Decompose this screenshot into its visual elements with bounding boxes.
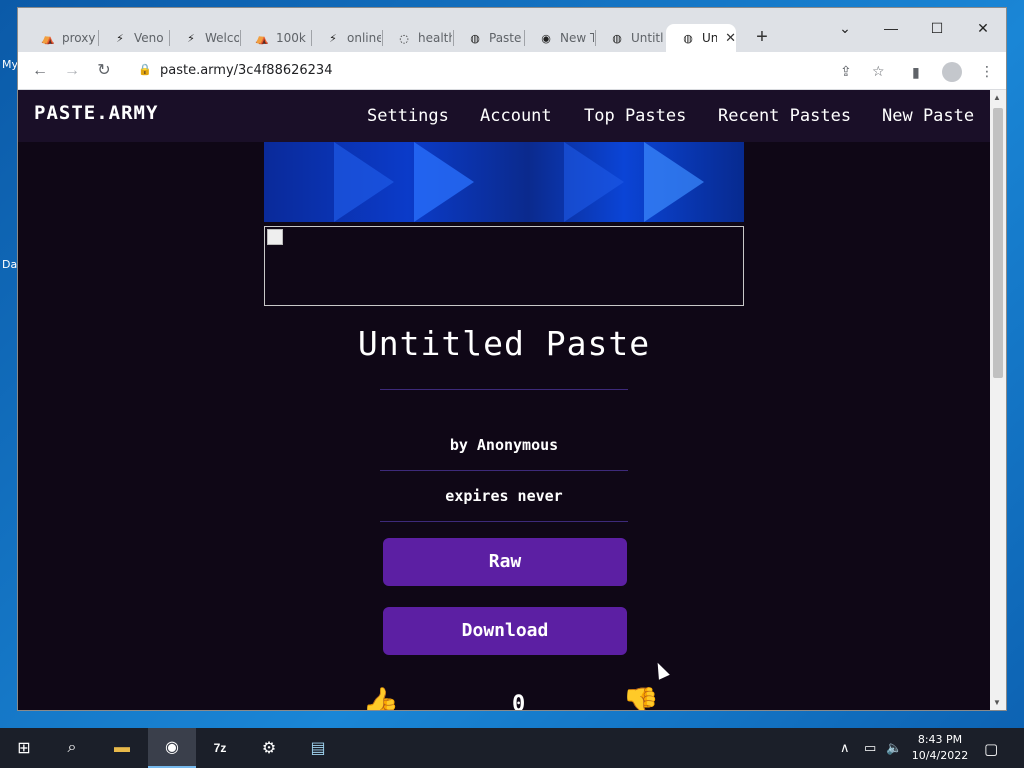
clock[interactable]: 8:43 PM 10/4/2022 [910, 732, 970, 764]
scroll-up-icon[interactable]: ▲ [993, 93, 1001, 102]
divider [380, 389, 628, 390]
chrome-icon: ◉ [541, 31, 551, 45]
paste-author: by Anonymous [449, 436, 559, 454]
thumbs-up-icon[interactable]: 👍 [362, 686, 399, 710]
chrome-icon[interactable]: ◉ [148, 728, 196, 768]
windows-start-icon[interactable]: ⊞ [0, 728, 48, 768]
tab-title: proxy [62, 31, 96, 45]
raw-button[interactable]: Raw [383, 538, 627, 586]
page-viewport: PASTE.ARMY Settings Account Top Pastes R… [18, 90, 990, 710]
globe-icon: ◍ [470, 31, 480, 45]
tab-new-tab[interactable]: ◉ New T [524, 24, 594, 52]
tent-icon: ⛺ [41, 31, 55, 45]
divider [380, 470, 628, 471]
notifications-icon[interactable]: ▢ [984, 740, 998, 758]
vote-row: 👍 0 👎 [348, 686, 668, 710]
tab-health[interactable]: ◌ health [382, 24, 452, 52]
tab-active-untitled[interactable]: ◍ Un ✕ [666, 24, 736, 52]
back-button[interactable]: ← [28, 59, 52, 83]
thumbs-down-icon[interactable]: 👎 [622, 686, 659, 710]
search-icon[interactable]: ⌕ [48, 728, 96, 768]
url-text[interactable]: paste.army/3c4f88626234 [160, 63, 332, 78]
tab-strip: ⛺ proxy ⚡ Veno ⚡ Welco ⛺ 100k ⚡ online ◌ healt… [18, 8, 1006, 52]
nav-account[interactable]: Account [480, 106, 552, 126]
tab-title: Welco [205, 31, 239, 45]
nav-recent-pastes[interactable]: Recent Pastes [718, 106, 851, 126]
tab-title: Veno [134, 31, 164, 45]
desktop-icon-label[interactable]: Da [2, 258, 17, 271]
desktop-icon-label[interactable]: My [2, 58, 18, 71]
menu-kebab-icon[interactable]: ⋮ [980, 63, 994, 80]
close-tab-icon[interactable]: ✕ [725, 31, 736, 46]
divider [380, 521, 628, 522]
tab-paste[interactable]: ◍ Paste [453, 24, 523, 52]
pulse-icon: ⚡ [187, 31, 195, 45]
loading-icon: ◌ [399, 31, 409, 45]
globe-icon: ◍ [683, 31, 693, 45]
network-icon[interactable]: ▭ [864, 740, 876, 756]
tab-untitled[interactable]: ◍ Untitl [595, 24, 665, 52]
side-panel-icon[interactable]: ▮ [912, 64, 920, 81]
clock-date: 10/4/2022 [911, 749, 969, 762]
notepad-icon[interactable]: ▤ [294, 728, 342, 768]
banner-ad[interactable] [264, 142, 744, 222]
nav-settings[interactable]: Settings [367, 106, 449, 126]
bookmark-star-icon[interactable]: ☆ [872, 63, 885, 80]
nav-top-pastes[interactable]: Top Pastes [584, 106, 686, 126]
browser-window: ⛺ proxy ⚡ Veno ⚡ Welco ⛺ 100k ⚡ online ◌ healt… [17, 7, 1007, 711]
nav-new-paste[interactable]: New Paste [882, 106, 974, 126]
download-button[interactable]: Download [383, 607, 627, 655]
scroll-down-icon[interactable]: ▼ [993, 698, 1001, 707]
site-logo[interactable]: PASTE.ARMY [34, 102, 158, 124]
taskbar: ⊞ ⌕ ▬ ◉ 7z ⚙ ▤ ∧ ▭ 🔈 8:43 PM 10/4/2022 ▢ [0, 728, 1024, 768]
tab-title: health [418, 31, 452, 45]
file-explorer-icon[interactable]: ▬ [98, 728, 146, 768]
pulse-icon: ⚡ [116, 31, 124, 45]
tent-icon: ⛺ [255, 31, 269, 45]
browser-toolbar: ← → ↻ 🔒 paste.army/3c4f88626234 ⇪ ☆ ▮ ⋮ [18, 52, 1006, 90]
vertical-scrollbar[interactable]: ▲ ▼ [990, 90, 1006, 710]
tab-title: New T [560, 31, 594, 45]
share-icon[interactable]: ⇪ [840, 63, 852, 80]
scroll-thumb[interactable] [993, 108, 1003, 378]
maximize-button[interactable]: ☐ [914, 14, 960, 44]
tab-search-chevron-icon[interactable]: ⌄ [822, 14, 868, 44]
minimize-button[interactable]: — [868, 14, 914, 44]
tab-100k[interactable]: ⛺ 100k [240, 24, 310, 52]
new-tab-button[interactable]: + [750, 26, 774, 50]
tab-title: Paste [489, 31, 522, 45]
profile-avatar[interactable] [942, 62, 962, 82]
paste-title: Untitled Paste [357, 324, 651, 363]
globe-icon: ◍ [612, 31, 622, 45]
clock-time: 8:43 PM [917, 733, 963, 746]
tab-online[interactable]: ⚡ online [311, 24, 381, 52]
settings-icon[interactable]: ⚙ [245, 728, 293, 768]
pulse-icon: ⚡ [329, 31, 337, 45]
tab-title: Untitl [631, 31, 664, 45]
tab-title: Un [702, 31, 718, 45]
tab-title: online [347, 31, 381, 45]
forward-button[interactable]: → [60, 59, 84, 83]
ad-placeholder[interactable] [264, 226, 744, 306]
reload-button[interactable]: ↻ [92, 59, 116, 83]
broken-image-icon [267, 229, 283, 245]
vote-count: 0 [512, 692, 526, 710]
address-bar[interactable]: 🔒 paste.army/3c4f88626234 ⇪ ☆ [128, 57, 898, 85]
paste-expiry: expires never [445, 487, 563, 505]
tab-veno[interactable]: ⚡ Veno [98, 24, 168, 52]
tab-proxy[interactable]: ⛺ proxy [26, 24, 96, 52]
tab-title: 100k [276, 31, 306, 45]
tray-chevron-icon[interactable]: ∧ [840, 740, 850, 756]
7zip-icon[interactable]: 7z [196, 728, 244, 768]
site-nav: PASTE.ARMY Settings Account Top Pastes R… [18, 90, 990, 142]
volume-icon[interactable]: 🔈 [886, 740, 902, 756]
tab-welco[interactable]: ⚡ Welco [169, 24, 239, 52]
lock-icon[interactable]: 🔒 [138, 63, 152, 77]
close-window-button[interactable]: ✕ [960, 14, 1006, 44]
